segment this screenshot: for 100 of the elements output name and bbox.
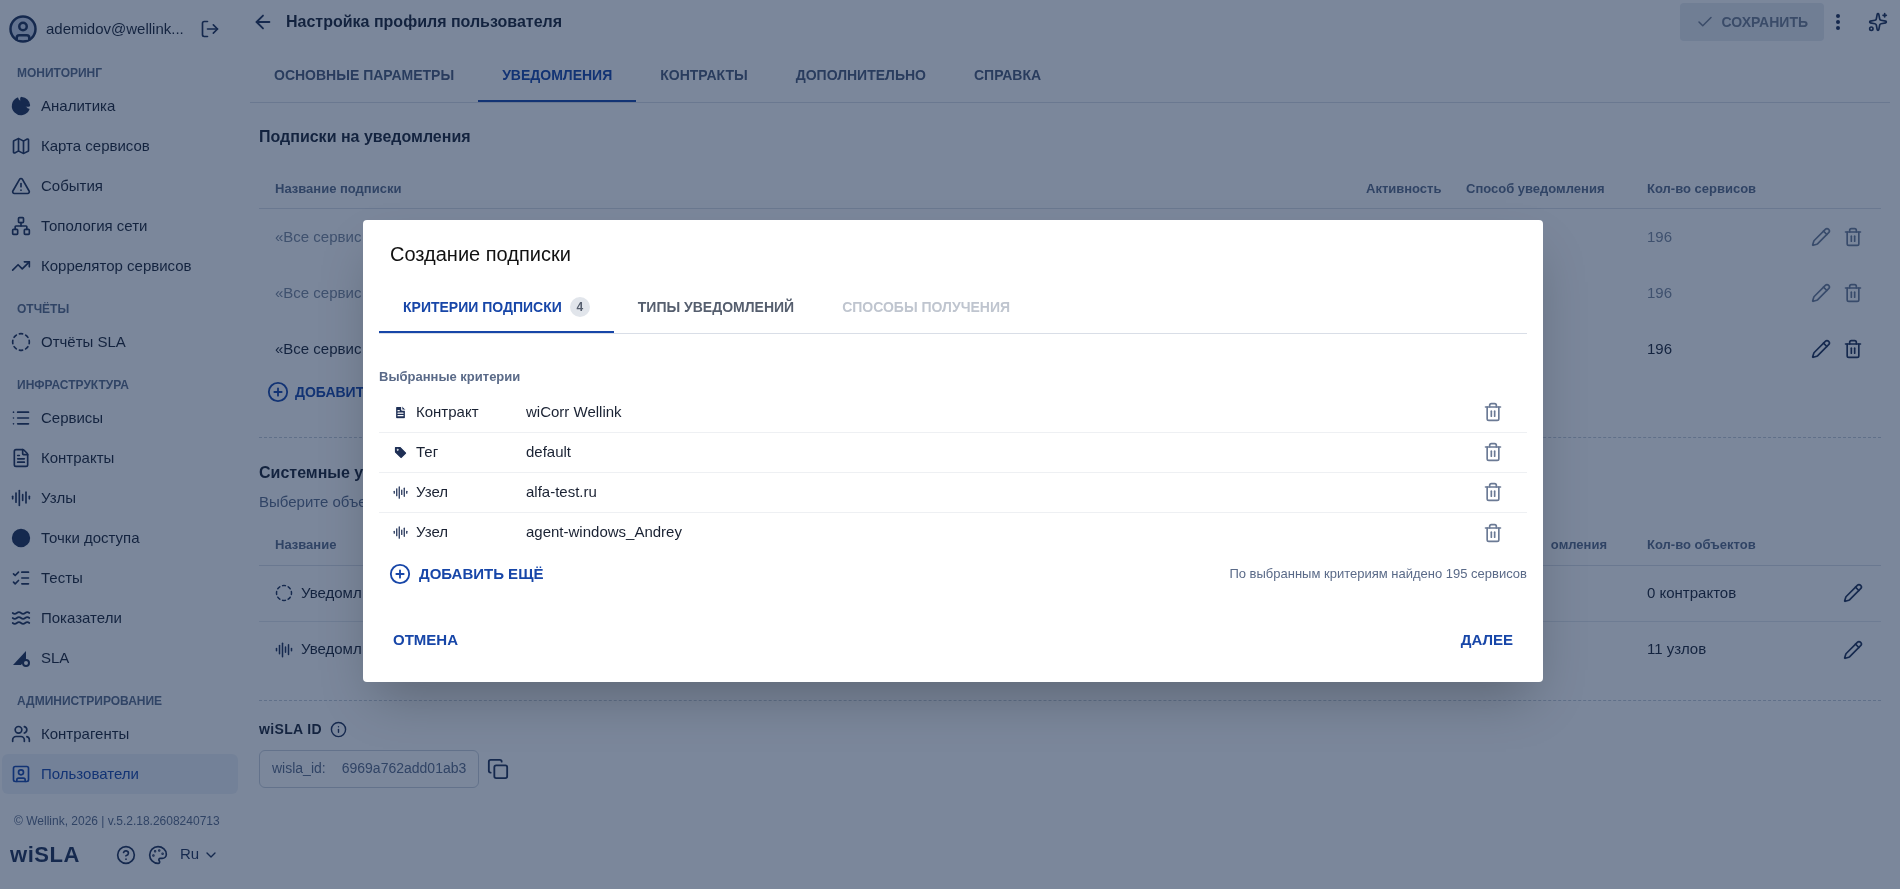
tab[interactable]: ОСНОВНЫЕ ПАРАМЕТРЫ [250, 50, 479, 102]
edit-button[interactable] [1811, 227, 1831, 247]
criterion-value: alfa-test.ru [526, 481, 598, 502]
info-icon [329, 720, 347, 738]
avatar-icon [8, 14, 38, 44]
table-cell-text: 0 контрактов [1647, 582, 1738, 603]
section-heading: АДМИНИСТРИРОВАНИЕ [16, 693, 164, 710]
theme-button[interactable] [148, 844, 168, 865]
more-button[interactable] [1836, 14, 1840, 30]
delete-button[interactable] [1843, 227, 1863, 247]
table-cell-text: «Все сервис [275, 282, 363, 303]
column-header: Кол-во объектов [1647, 536, 1756, 555]
dashed-circle-icon [11, 332, 31, 352]
footer-text: © Wellink, 2026 | v.5.2.18.2608240713 [13, 813, 221, 830]
table-cell-text: Уведомл [301, 639, 362, 660]
next-button[interactable]: ДАЛЕЕ [1458, 623, 1515, 658]
network-icon [11, 216, 31, 236]
column-header: Активность [1366, 179, 1443, 198]
column-header: Название [275, 536, 337, 555]
criterion-type: Тег [416, 441, 440, 462]
table-cell-text: 196 [1647, 282, 1674, 303]
sound-wave-icon [393, 525, 408, 540]
table-cell-text: «Все сервис [275, 226, 363, 247]
sidebar-item[interactable]: Точки доступа [2, 518, 238, 558]
tab[interactable]: ДОПОЛНИТЕЛЬНО [771, 50, 950, 102]
warning-icon [11, 176, 31, 196]
criterion-type: Узел [416, 481, 449, 502]
criterion-value: agent-windows_Andrey [526, 522, 683, 543]
user-email: ademidov@wellink... [46, 18, 185, 39]
column-header: Название подписки [275, 179, 403, 198]
add-subscription-button[interactable]: ДОБАВИТ [267, 381, 365, 403]
column-header: омления [1550, 536, 1608, 555]
add-more-button[interactable]: ДОБАВИТЬ ЕЩЁ [389, 562, 544, 585]
copy-button[interactable] [487, 757, 510, 780]
criterion-value: wiCorr Wellink [526, 401, 623, 422]
criterion-type: Узел [416, 522, 449, 543]
edit-button[interactable] [1811, 283, 1831, 303]
sidebar-item[interactable]: Пользователи [2, 754, 238, 794]
delete-button[interactable] [1843, 339, 1863, 359]
criterion-type: Контракт [416, 401, 480, 422]
sidebar-item[interactable]: События [2, 166, 238, 206]
sidebar-item[interactable]: Сервисы [2, 398, 238, 438]
table-cell-text: 196 [1647, 338, 1674, 359]
delete-button[interactable] [1483, 482, 1503, 502]
checklist-icon [11, 568, 31, 588]
logo: wiSLA [10, 841, 80, 869]
tab[interactable]: КОНТРАКТЫ [636, 50, 772, 102]
delete-button[interactable] [1483, 522, 1503, 543]
sidebar-item[interactable]: Тесты [2, 558, 238, 598]
sidebar-item[interactable]: Узлы [2, 478, 238, 518]
sidebar-item[interactable]: Контрагенты [2, 714, 238, 754]
field-title: wiSLA ID [259, 719, 322, 739]
sound-wave-icon [393, 484, 408, 500]
list-icon [11, 408, 31, 428]
edit-button[interactable] [1843, 583, 1863, 603]
column-header: Кол-во сервисов [1647, 179, 1758, 198]
pie-chart-icon [11, 96, 31, 116]
sparkle-icon [1868, 12, 1888, 32]
plus-circle-icon [389, 562, 411, 585]
page-title: Настройка профиля пользователя [286, 12, 564, 32]
edit-button[interactable] [1843, 639, 1863, 660]
sidebar-item[interactable]: Показатели [2, 598, 238, 638]
sound-wave-icon [11, 488, 31, 508]
section-heading: МОНИТОРИНГ [16, 65, 104, 82]
sidebar-item[interactable]: Коррелятор сервисов [2, 246, 238, 286]
more-icon [1836, 14, 1840, 30]
table-cell-text: «Все сервис [275, 338, 363, 359]
waves-icon [11, 608, 31, 628]
count-badge: 4 [569, 297, 590, 317]
delete-button[interactable] [1843, 283, 1863, 303]
delete-button[interactable] [1483, 442, 1503, 462]
column-header: Способ уведомления [1466, 179, 1606, 198]
help-button[interactable] [116, 844, 136, 865]
sidebar-item[interactable]: Аналитика [2, 86, 238, 126]
section-label: Выбранные критерии [379, 368, 522, 386]
table-cell-text: Уведомл [301, 582, 362, 603]
sidebar-item[interactable]: Отчёты SLA [2, 322, 238, 362]
tab[interactable]: КРИТЕРИИ ПОДПИСКИ 4 [379, 283, 614, 333]
sound-wave-icon [275, 640, 293, 659]
language-select[interactable]: Ru [180, 843, 220, 866]
criterion-value: default [526, 441, 573, 462]
circle-icon [11, 528, 31, 548]
section-title: Подписки на уведомления [259, 127, 471, 147]
sidebar-item[interactable]: Топология сети [2, 206, 238, 246]
sidebar-item[interactable]: Карта сервисов [2, 126, 238, 166]
dialog-title: Создание подписки [390, 242, 572, 267]
tab[interactable]: ТИПЫ УВЕДОМЛЕНИЙ [613, 283, 819, 333]
document-icon [393, 404, 408, 420]
section-heading: ИНФРАСТРУКТУРА [16, 377, 130, 394]
sidebar-item[interactable]: Контракты [2, 438, 238, 478]
plus-circle-icon [267, 381, 289, 403]
sidebar-item[interactable]: SLA [2, 638, 238, 678]
tab[interactable]: УВЕДОМЛЕНИЯ [478, 50, 637, 102]
table-cell-text: 196 [1647, 226, 1674, 247]
id-field[interactable]: wisla_id: 6969a762add01ab3 [259, 749, 480, 788]
cancel-button[interactable]: ОТМЕНА [391, 623, 460, 658]
edit-button[interactable] [1811, 339, 1831, 359]
tab[interactable]: СПРАВКА [949, 50, 1066, 102]
table-cell-text: 11 узлов [1647, 639, 1708, 660]
delete-button[interactable] [1483, 402, 1503, 422]
